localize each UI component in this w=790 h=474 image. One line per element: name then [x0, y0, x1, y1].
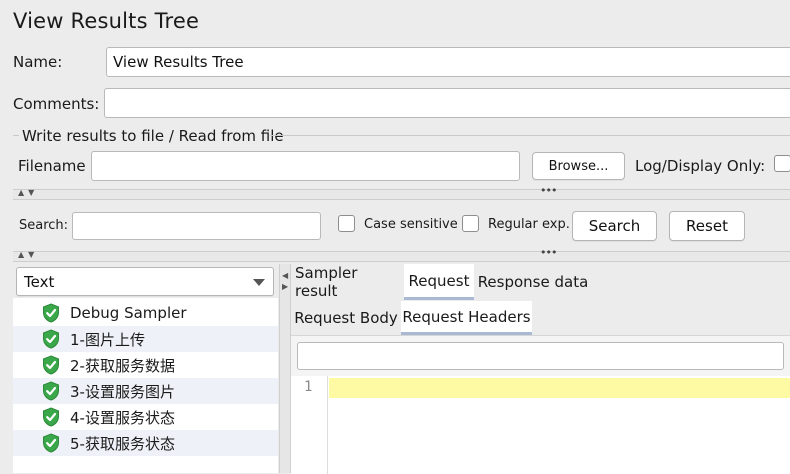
name-label: Name: [13, 53, 63, 71]
tree-item-label: 2-获取服务数据 [70, 356, 175, 375]
name-input-value: View Results Tree [113, 53, 244, 71]
case-sensitive-label: Case sensitive [364, 217, 458, 232]
reset-button[interactable]: Reset [669, 211, 745, 241]
line-number: 1 [304, 379, 313, 395]
splitter-top[interactable]: ▲▼ ••• [13, 184, 790, 200]
tree-item-label: 5-获取服务状态 [70, 434, 175, 453]
code-editor[interactable]: 1 [291, 376, 790, 474]
line-gutter: 1 [291, 376, 328, 474]
tree-item[interactable]: 4-设置服务状态 [13, 404, 278, 430]
fieldset-border-right [270, 135, 790, 136]
success-shield-icon [43, 381, 59, 401]
tab-request[interactable]: Request [404, 264, 474, 300]
search-input[interactable] [72, 212, 321, 240]
collapse-arrows-icon[interactable]: ▲▼ [18, 250, 38, 259]
splitter-middle[interactable]: ▲▼ ••• [13, 246, 790, 262]
filename-input[interactable] [91, 151, 520, 181]
tree-item-label: 1-图片上传 [70, 330, 145, 349]
tab-response-data[interactable]: Response data [477, 264, 589, 300]
browse-button[interactable]: Browse... [532, 152, 625, 180]
success-shield-icon [43, 407, 59, 427]
tree-item-label: Debug Sampler [70, 304, 187, 322]
log-display-only-label: Log/Display Only: [635, 157, 766, 175]
tree-item[interactable]: Debug Sampler [13, 300, 278, 326]
tree-item[interactable]: 2-获取服务数据 [13, 352, 278, 378]
collapse-arrows-icon[interactable]: ◀ ▶ [282, 270, 288, 292]
regular-exp-label: Regular exp. [488, 217, 570, 232]
request-headers-panel: 1 [291, 335, 790, 474]
collapse-arrows-icon[interactable]: ▲▼ [18, 188, 38, 197]
comments-label: Comments: [13, 95, 100, 113]
results-tree[interactable]: Debug Sampler 1-图片上传 2-获取服务数据 3-设置服务图片 4… [13, 298, 278, 473]
headers-search-input[interactable] [297, 342, 784, 370]
tree-item-label: 3-设置服务图片 [70, 382, 175, 401]
case-sensitive-checkbox[interactable] [338, 215, 355, 232]
current-line-highlight [329, 378, 790, 398]
chevron-down-icon [253, 279, 265, 286]
tab-request-body[interactable]: Request Body [294, 301, 398, 335]
regular-exp-checkbox[interactable] [462, 215, 479, 232]
success-shield-icon [43, 329, 59, 349]
drag-handle-icon[interactable]: ••• [540, 246, 557, 259]
page-title: View Results Tree [13, 9, 200, 33]
tab-request-headers[interactable]: Request Headers [401, 301, 532, 335]
comments-input[interactable] [104, 88, 790, 118]
tree-item[interactable]: 3-设置服务图片 [13, 378, 278, 404]
renderer-select[interactable]: Text [16, 267, 274, 296]
search-button[interactable]: Search [572, 211, 657, 241]
name-input[interactable]: View Results Tree [106, 47, 790, 77]
filename-label: Filename [18, 157, 86, 175]
fieldset-border-left [13, 135, 19, 136]
search-label: Search: [19, 218, 69, 233]
renderer-select-value: Text [24, 272, 55, 291]
tree-item[interactable]: 5-获取服务状态 [13, 430, 278, 456]
split-pane-divider[interactable]: ◀ ▶ [279, 264, 291, 473]
tree-item-label: 4-设置服务状态 [70, 408, 175, 427]
tab-sampler-result[interactable]: Sampler result [295, 264, 401, 300]
log-display-only-checkbox[interactable] [774, 155, 790, 172]
success-shield-icon [43, 433, 59, 453]
tree-item[interactable]: 1-图片上传 [13, 326, 278, 352]
success-shield-icon [43, 303, 59, 323]
file-section-legend: Write results to file / Read from file [22, 127, 284, 145]
drag-handle-icon[interactable]: ••• [540, 184, 557, 197]
success-shield-icon [43, 355, 59, 375]
